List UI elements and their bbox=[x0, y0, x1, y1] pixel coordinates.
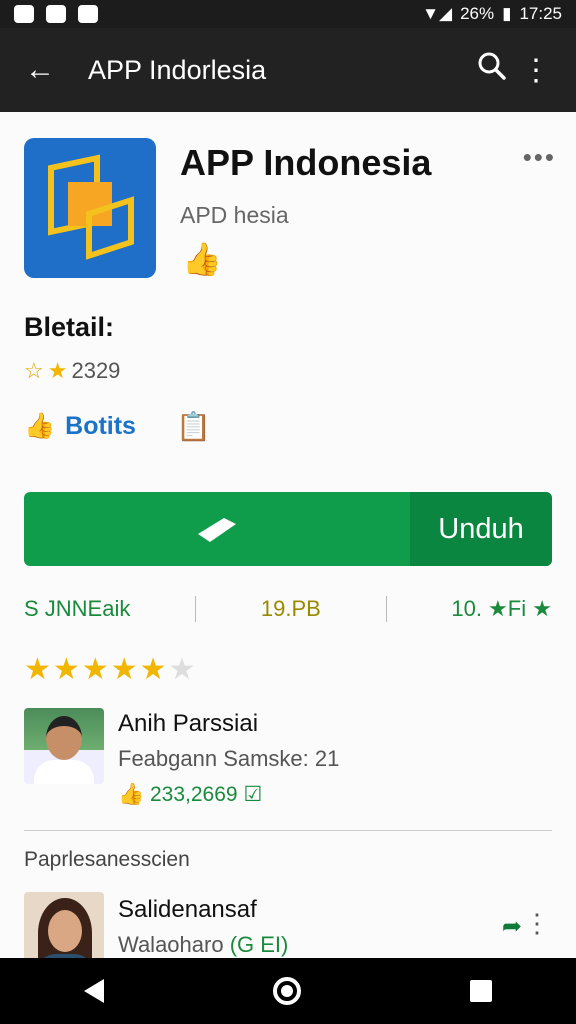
app-detail-page: APP Indonesia ••• APD hesia 👍 Bletail: ☆… bbox=[0, 112, 576, 968]
avatar bbox=[24, 892, 104, 968]
install-button[interactable]: Unduh bbox=[24, 492, 552, 566]
rating-stat: 10. ★Fi ★ bbox=[451, 596, 552, 621]
reviewer-name: Anih Parssiai bbox=[118, 710, 259, 737]
review-meta-text: Walaoharo bbox=[118, 932, 224, 957]
developer-name[interactable]: APD hesia bbox=[180, 202, 289, 229]
rating-stars: ★★★★★★ bbox=[24, 652, 197, 687]
more-vert-icon[interactable]: ⋮ bbox=[524, 908, 550, 939]
star-icon: ★ bbox=[81, 653, 111, 686]
detail-label: Bletail: bbox=[24, 312, 115, 342]
share-icon[interactable]: ➦ bbox=[502, 912, 522, 941]
thumbs-up-icon: 👍 bbox=[182, 241, 222, 277]
status-bar: ▼◢ 26% ▮ 17:25 bbox=[0, 0, 576, 28]
downloads-stat: S JNNEaik bbox=[24, 596, 131, 621]
battery-percent: 26% bbox=[460, 4, 495, 23]
notification-icon bbox=[78, 5, 98, 23]
signal-icon: ▼◢ bbox=[422, 4, 453, 23]
divider bbox=[385, 596, 387, 622]
like-link[interactable]: 👍 Botits bbox=[24, 412, 136, 441]
clipboard-icon[interactable]: 📋 bbox=[176, 410, 211, 443]
star-icon: ★ bbox=[139, 653, 169, 686]
checkbox-icon: ☑ bbox=[243, 783, 263, 806]
back-arrow-icon[interactable]: ← bbox=[18, 53, 62, 87]
review-meta: Walaoharo (G EI) bbox=[118, 932, 288, 958]
battery-icon: ▮ bbox=[502, 4, 512, 23]
status-indicators: ▼◢ 26% ▮ 17:25 bbox=[422, 4, 562, 24]
star-icon: ★ bbox=[52, 653, 82, 686]
star-icon: ★ bbox=[47, 358, 68, 383]
search-icon[interactable] bbox=[470, 51, 514, 89]
review-count: 👍 233,2669 ☑ bbox=[118, 782, 262, 807]
notification-icons bbox=[14, 5, 98, 23]
app-name: APP Indonesia bbox=[180, 142, 432, 183]
like-link-label: Botits bbox=[65, 412, 136, 440]
nav-home-icon[interactable] bbox=[272, 977, 301, 1005]
nav-back-icon[interactable] bbox=[84, 979, 105, 1003]
app-icon bbox=[24, 138, 156, 278]
size-stat: 19.PB bbox=[260, 596, 321, 621]
app-bar-title: APP Indorlesia bbox=[88, 54, 267, 85]
install-button-label: Unduh bbox=[410, 492, 552, 566]
avatar bbox=[24, 708, 104, 784]
reviewer-name: Salidenansaf bbox=[118, 896, 257, 923]
star-icon: ★ bbox=[24, 653, 53, 686]
review-count-value: 233,2669 bbox=[150, 783, 238, 806]
star-icon: ★ bbox=[110, 653, 140, 686]
notification-icon bbox=[46, 5, 66, 23]
app-stats: S JNNEaik 19.PB 10. ★Fi ★ bbox=[24, 596, 552, 622]
star-outline-icon: ☆ bbox=[24, 358, 44, 383]
star-empty-icon: ★ bbox=[168, 653, 198, 686]
rating-summary: ☆ ★ 2329 bbox=[24, 358, 120, 384]
more-options-button[interactable]: ••• bbox=[523, 142, 556, 173]
notification-icon bbox=[14, 5, 34, 23]
thumbs-up-icon: 👍 bbox=[118, 783, 145, 806]
section-divider bbox=[24, 830, 552, 831]
divider bbox=[195, 596, 197, 622]
thumbs-up-icon: 👍 bbox=[24, 412, 56, 440]
nav-recents-icon[interactable] bbox=[469, 980, 492, 1002]
detail-links: 👍 Botits 📋 bbox=[24, 410, 211, 443]
tag-icon bbox=[24, 492, 410, 566]
section-title: Paprlesanesscien bbox=[24, 848, 190, 871]
review-meta: Feabgann Samske: 21 bbox=[118, 746, 340, 771]
navigation-bar bbox=[0, 958, 576, 1024]
app-bar: ← APP Indorlesia ⋮ bbox=[0, 28, 576, 112]
more-vert-icon[interactable]: ⋮ bbox=[514, 53, 558, 88]
rating-count: 2329 bbox=[71, 358, 121, 383]
clock: 17:25 bbox=[519, 4, 562, 23]
review-meta-tag: (G EI) bbox=[229, 932, 289, 957]
